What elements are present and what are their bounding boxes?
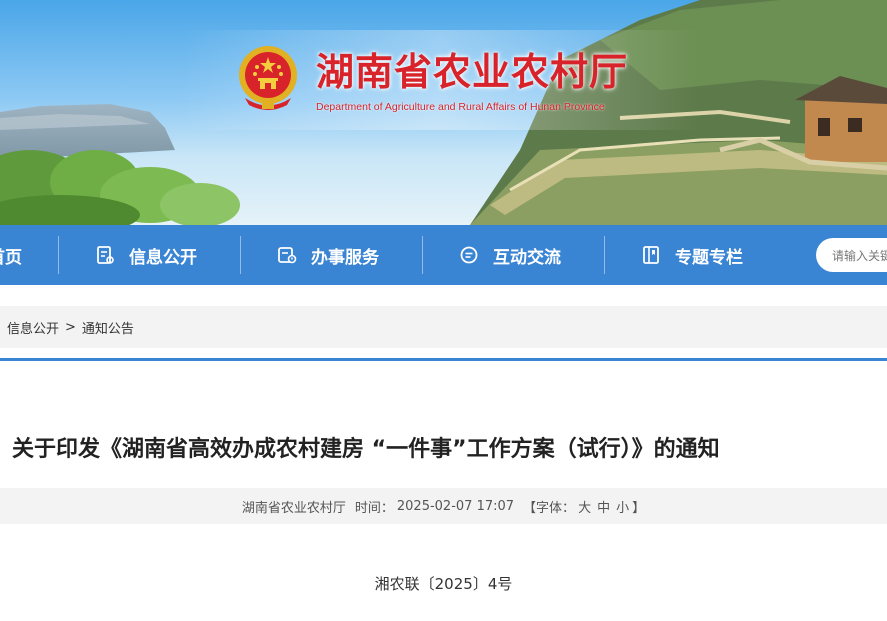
section-divider bbox=[0, 358, 887, 361]
nav-divider bbox=[604, 236, 605, 274]
nav-item-label: 首页 bbox=[0, 247, 22, 268]
nav-item-services[interactable]: 办事服务 bbox=[277, 225, 379, 285]
nav-item-label: 互动交流 bbox=[493, 247, 561, 268]
service-icon bbox=[278, 247, 297, 264]
national-emblem-icon bbox=[239, 46, 297, 110]
font-size-small-button[interactable]: 小 bbox=[616, 497, 629, 516]
site-title[interactable]: 湖南省农业农村厅 bbox=[316, 41, 628, 96]
article-title: 关于印发《湖南省高效办成农村建房 “一件事”工作方案（试行）》的通知 bbox=[12, 437, 720, 462]
breadcrumb-item-information-disclosure[interactable]: 信息公开 bbox=[7, 318, 59, 337]
search-input[interactable] bbox=[830, 246, 887, 266]
font-size-label: 【字体： bbox=[523, 500, 576, 516]
nav-divider bbox=[58, 236, 59, 274]
search-box bbox=[816, 238, 887, 272]
time-label: 时间： bbox=[354, 500, 394, 516]
bookmark-icon bbox=[643, 246, 659, 264]
nav-item-information-disclosure[interactable]: 信息公开 bbox=[95, 225, 197, 285]
breadcrumb: 信息公开 > 通知公告 bbox=[0, 306, 887, 348]
nav-item-label: 信息公开 bbox=[129, 247, 197, 268]
main-navigation: 首页 信息公开 办事服务 互动交流 bbox=[0, 225, 887, 285]
font-size-medium-button[interactable]: 中 bbox=[597, 497, 610, 516]
document-icon bbox=[97, 246, 114, 264]
nav-item-interaction[interactable]: 互动交流 bbox=[459, 225, 561, 285]
nav-item-label: 办事服务 bbox=[311, 247, 379, 268]
nav-divider bbox=[240, 236, 241, 274]
publish-time: 2025-02-07 17:07 bbox=[396, 498, 515, 514]
header-banner: 湖南省农业农村厅 Department of Agriculture and R… bbox=[0, 0, 887, 225]
article-meta: 湖南省农业农村厅 时间： 2025-02-07 17:07 【字体： 大 中 小… bbox=[0, 488, 887, 524]
nav-item-special-topics[interactable]: 专题专栏 bbox=[641, 225, 743, 285]
site-subtitle-english: Department of Agriculture and Rural Affa… bbox=[316, 101, 605, 113]
font-size-close-bracket: 】 bbox=[632, 500, 646, 516]
nav-item-label: 专题专栏 bbox=[675, 247, 743, 268]
article-source: 湖南省农业农村厅 bbox=[241, 500, 346, 516]
nav-item-home[interactable]: 首页 bbox=[0, 225, 22, 285]
breadcrumb-separator: > bbox=[65, 319, 76, 335]
nav-divider bbox=[422, 236, 423, 274]
chat-icon bbox=[460, 246, 478, 264]
font-size-large-button[interactable]: 大 bbox=[578, 497, 591, 516]
document-number: 湘农联〔2025〕4号 bbox=[374, 575, 513, 593]
breadcrumb-item-notices[interactable]: 通知公告 bbox=[82, 318, 134, 337]
